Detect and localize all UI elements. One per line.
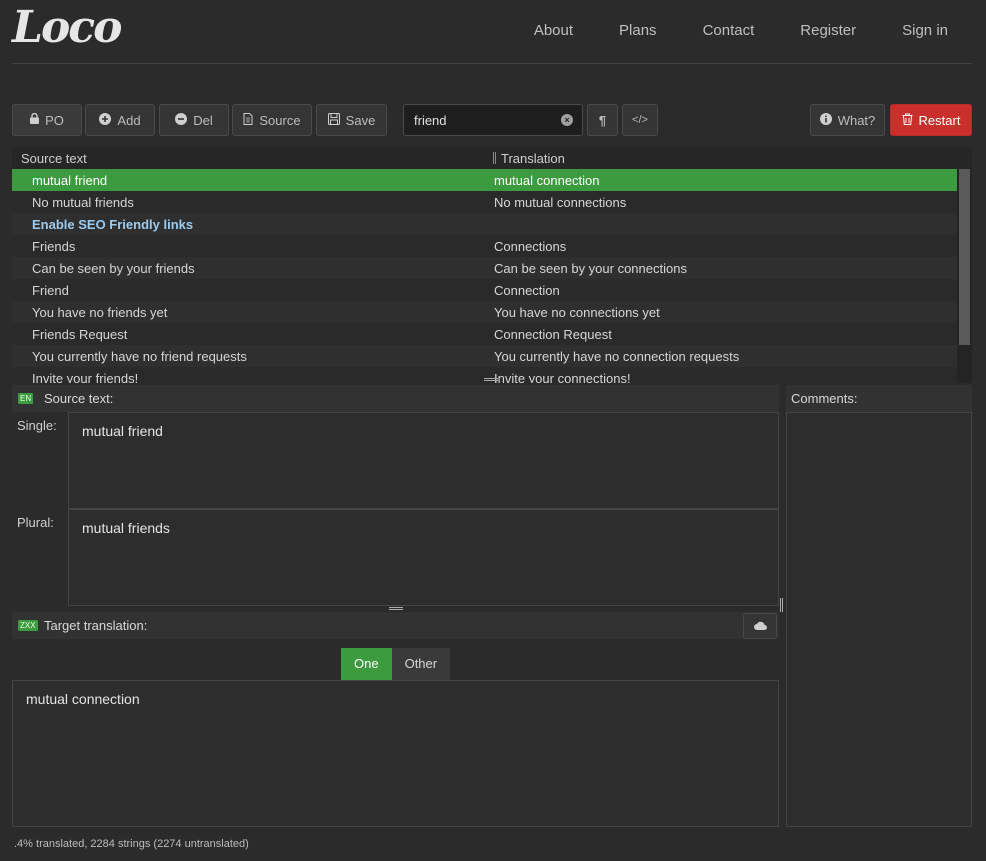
po-button[interactable]: PO xyxy=(12,104,82,136)
table-body: mutual friend mutual connection No mutua… xyxy=(12,169,957,383)
row-translation: mutual connection xyxy=(494,173,600,188)
comments-field[interactable] xyxy=(786,412,972,827)
row-source: Friends xyxy=(32,239,76,254)
comments-header: Comments: xyxy=(786,385,972,412)
source-button-label: Source xyxy=(259,112,301,128)
single-label: Single: xyxy=(17,418,57,433)
row-translation: Can be seen by your connections xyxy=(494,261,687,276)
column-header-source[interactable]: Source text xyxy=(21,151,87,166)
what-help-label: What? xyxy=(837,112,876,128)
add-button[interactable]: Add xyxy=(85,104,155,136)
table-row[interactable]: Friends Request Connection Request xyxy=(12,323,957,345)
search-box: × xyxy=(403,104,583,136)
loco-logo[interactable]: Loco xyxy=(12,2,122,53)
minus-circle-icon xyxy=(175,112,188,128)
target-panel-header: ZXX Target translation: xyxy=(12,612,779,639)
po-button-label: PO xyxy=(45,112,64,128)
table-row[interactable]: No mutual friends No mutual connections xyxy=(12,191,957,213)
nav-sign-in[interactable]: Sign in xyxy=(902,22,948,39)
table-header: Source text Translation xyxy=(12,147,972,169)
table-row[interactable]: Enable SEO Friendly links xyxy=(12,213,957,235)
row-source: Invite your friends! xyxy=(32,371,139,383)
source-single-field[interactable]: mutual friend xyxy=(68,412,779,509)
nav-contact[interactable]: Contact xyxy=(703,22,755,39)
row-source: Friends Request xyxy=(32,327,128,342)
table-scroll-thumb[interactable] xyxy=(959,169,970,345)
table-row[interactable]: You have no friends yet You have no conn… xyxy=(12,301,957,323)
row-translation: Invite your connections! xyxy=(494,371,631,383)
cloud-suggest-button[interactable] xyxy=(743,613,777,639)
row-source: You have no friends yet xyxy=(32,305,168,320)
what-help-button[interactable]: What? xyxy=(810,104,885,136)
row-source: Can be seen by your friends xyxy=(32,261,195,276)
comments-title: Comments: xyxy=(791,391,858,406)
table-row[interactable]: mutual friend mutual connection xyxy=(12,169,957,191)
nav-about[interactable]: About xyxy=(534,22,573,39)
target-panel-title: Target translation: xyxy=(44,618,148,633)
table-row[interactable]: Friends Connections xyxy=(12,235,957,257)
plus-circle-icon xyxy=(99,112,112,128)
cloud-icon xyxy=(753,618,767,633)
header-divider xyxy=(12,63,972,64)
row-translation: No mutual connections xyxy=(494,195,627,210)
source-button[interactable]: Source xyxy=(232,104,312,136)
row-translation: You currently have no connection request… xyxy=(494,349,740,364)
code-icon: </> xyxy=(632,114,648,126)
translation-status: .4% translated, 2284 strings (2274 untra… xyxy=(14,838,249,850)
source-plural-field[interactable]: mutual friends xyxy=(68,509,779,606)
restart-button[interactable]: Restart xyxy=(890,104,972,136)
table-scrollbar[interactable] xyxy=(957,169,972,383)
save-button[interactable]: Save xyxy=(316,104,387,136)
clear-search-icon[interactable]: × xyxy=(561,114,573,126)
target-language-badge: ZXX xyxy=(18,620,38,631)
table-row[interactable]: Can be seen by your friends Can be seen … xyxy=(12,257,957,279)
editor-toolbar: PO Add Del Source Save × ¶ </> xyxy=(0,104,986,137)
source-panel-title: Source text: xyxy=(44,391,114,406)
delete-button[interactable]: Del xyxy=(159,104,229,136)
restart-button-label: Restart xyxy=(918,112,961,128)
trash-icon xyxy=(902,113,913,128)
file-icon xyxy=(243,112,253,128)
table-resize-handle[interactable] xyxy=(484,378,498,381)
lock-icon xyxy=(30,112,40,127)
pilcrow-icon: ¶ xyxy=(598,112,607,128)
search-input[interactable] xyxy=(414,113,554,128)
row-translation: Connections xyxy=(494,239,567,254)
row-source: No mutual friends xyxy=(32,195,134,210)
strings-table: Source text Translation mutual friend mu… xyxy=(12,147,972,383)
info-circle-icon xyxy=(819,112,832,128)
nav-plans[interactable]: Plans xyxy=(619,22,657,39)
floppy-disk-icon xyxy=(327,112,340,128)
row-translation: Connection xyxy=(494,283,560,298)
source-language-badge: EN xyxy=(18,393,34,404)
plural-form-tabs: One Other xyxy=(341,648,451,680)
target-translation-field[interactable]: mutual connection xyxy=(12,680,779,827)
source-panel-header: EN Source text: xyxy=(12,385,779,412)
delete-button-label: Del xyxy=(193,112,213,128)
nav-register[interactable]: Register xyxy=(800,22,856,39)
main-nav: About Plans Contact Register Sign in xyxy=(488,22,948,39)
source-text-panel: EN Source text: Single: mutual friend Pl… xyxy=(12,385,779,610)
panel-split-resize-handle[interactable] xyxy=(780,598,783,612)
tab-other[interactable]: Other xyxy=(391,648,451,680)
save-button-label: Save xyxy=(345,112,376,128)
row-source: mutual friend xyxy=(32,173,108,188)
code-view-button[interactable]: </> xyxy=(622,104,658,136)
plural-label: Plural: xyxy=(17,515,54,530)
column-header-translation[interactable]: Translation xyxy=(501,151,565,166)
invisibles-toggle-button[interactable]: ¶ xyxy=(587,104,618,136)
source-panel-resize-handle[interactable] xyxy=(389,607,403,610)
column-resize-handle[interactable] xyxy=(493,152,496,164)
row-source: Friend xyxy=(32,283,69,298)
row-translation: Connection Request xyxy=(494,327,612,342)
row-source: You currently have no friend requests xyxy=(32,349,247,364)
table-row[interactable]: Friend Connection xyxy=(12,279,957,301)
tab-one[interactable]: One xyxy=(341,648,392,680)
add-button-label: Add xyxy=(117,112,141,128)
row-translation: You have no connections yet xyxy=(494,305,660,320)
top-header: Loco About Plans Contact Register Sign i… xyxy=(0,0,986,64)
row-source: Enable SEO Friendly links xyxy=(32,217,194,232)
table-row[interactable]: You currently have no friend requests Yo… xyxy=(12,345,957,367)
